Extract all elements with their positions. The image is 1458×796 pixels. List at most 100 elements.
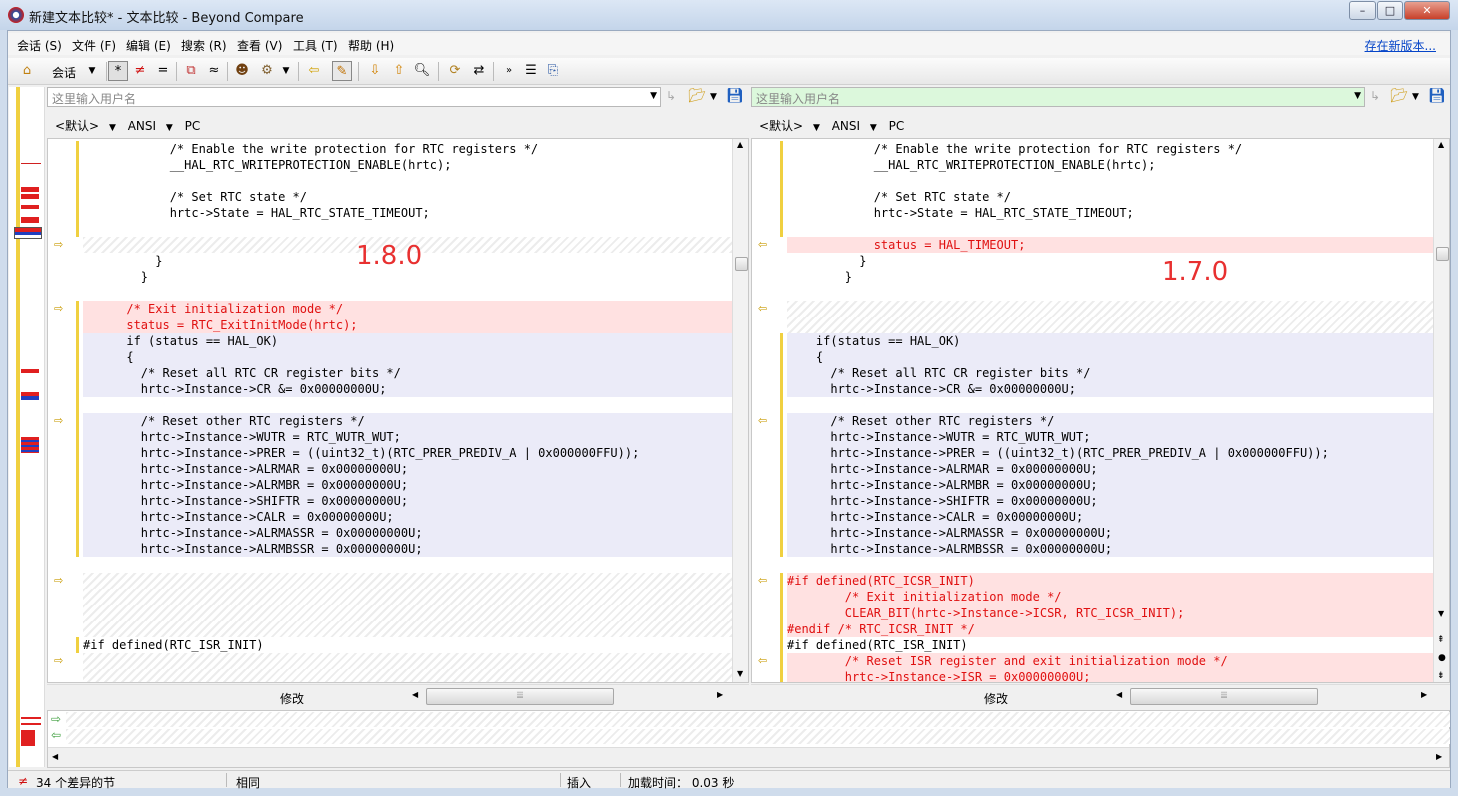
code-line[interactable]: } (752, 253, 1436, 269)
copy-right-arrow-icon[interactable]: ⇨ (54, 237, 63, 253)
scroll-up-icon[interactable]: ▲ (1438, 140, 1444, 149)
scroll-center-icon[interactable]: ● (1438, 653, 1446, 663)
code-line[interactable]: hrtc->State = HAL_RTC_STATE_TIMEOUT; (752, 205, 1436, 221)
copy-right-arrow-icon[interactable]: ⇨ (54, 573, 63, 589)
code-line[interactable]: #if defined(RTC_ISR_INIT) (48, 637, 732, 653)
code-line[interactable]: /* Enable the write protection for RTC r… (48, 141, 732, 157)
left-scroll-thumb[interactable] (735, 257, 748, 271)
chevron-down-icon[interactable]: ▼ (166, 123, 173, 133)
code-line[interactable]: if(status == HAL_OK) (752, 333, 1436, 349)
scroll-right-icon[interactable]: ▶ (717, 690, 723, 699)
code-line[interactable]: hrtc->Instance->ISR = 0x00000000U; (752, 669, 1436, 682)
scroll-top-icon[interactable]: ⇞ (1437, 635, 1445, 645)
left-open-folder-icon[interactable]: 📂︎ (688, 88, 706, 104)
close-button[interactable]: ✕ (1404, 1, 1450, 20)
detail-hscroll[interactable]: ◀ ▶ (48, 747, 1449, 767)
code-line[interactable]: hrtc->State = HAL_RTC_STATE_TIMEOUT; (48, 205, 732, 221)
menu-help[interactable]: 帮助 (H) (348, 37, 394, 54)
chevron-down-icon[interactable]: ▼ (650, 91, 657, 101)
code-line[interactable] (48, 605, 732, 621)
refresh-icon[interactable]: ⟳ (445, 61, 465, 81)
code-line[interactable]: hrtc->Instance->WUTR = RTC_WUTR_WUT; (752, 429, 1436, 445)
left-lineend[interactable]: PC (185, 119, 201, 133)
menu-search[interactable]: 搜索 (R) (181, 37, 227, 54)
menu-view[interactable]: 查看 (V) (237, 37, 282, 54)
overview-viewport[interactable] (14, 227, 42, 239)
not-equal-icon[interactable]: ≠ (130, 61, 150, 81)
copy-left-arrow-icon[interactable]: ⇦ (758, 413, 767, 429)
code-line[interactable]: } (48, 269, 732, 285)
right-lineend[interactable]: PC (889, 119, 905, 133)
menu-file[interactable]: 文件 (F) (72, 37, 116, 54)
code-line[interactable]: hrtc->Instance->ALRMASSR = 0x00000000U; (48, 525, 732, 541)
code-line[interactable]: /* Set RTC state */ (48, 189, 732, 205)
copy-right-arrow-icon[interactable]: ⇨ (54, 653, 63, 669)
code-line[interactable]: /* Reset ISR register and exit initializ… (752, 653, 1436, 669)
similar-icon[interactable]: ≈ (204, 61, 224, 81)
user-icon[interactable]: ☻ (232, 61, 252, 81)
code-line[interactable]: status = HAL_TIMEOUT; ⇦ (752, 237, 1436, 253)
copy-left-arrow-icon[interactable]: ⇦ (758, 301, 767, 317)
code-line[interactable]: hrtc->Instance->ALRMBSSR = 0x00000000U; (48, 541, 732, 557)
copy-left-arrow-icon[interactable]: ⇦ (758, 237, 767, 253)
code-line[interactable]: hrtc->Instance->ALRMBSSR = 0x00000000U; (752, 541, 1436, 557)
copy-right-arrow-icon[interactable]: ⇨ (54, 413, 63, 429)
code-line[interactable]: ⇨ (48, 653, 732, 669)
maximize-button[interactable]: □ (1377, 1, 1403, 20)
code-line[interactable]: hrtc->Instance->ALRMBR = 0x00000000U; (48, 477, 732, 493)
code-line[interactable]: { (752, 349, 1436, 365)
code-line[interactable]: /* Set RTC state */ (752, 189, 1436, 205)
code-line[interactable] (48, 557, 732, 573)
menu-session[interactable]: 会话 (S) (17, 37, 62, 54)
next-diff-icon[interactable]: ⇩ (365, 61, 385, 81)
home-icon[interactable]: ⌂ (17, 61, 37, 81)
options-icon[interactable]: ⚙ (257, 61, 277, 81)
new-version-link[interactable]: 存在新版本... (1365, 37, 1436, 54)
code-line[interactable]: hrtc->Instance->SHIFTR = 0x00000000U; (48, 493, 732, 509)
code-line[interactable] (48, 589, 732, 605)
scroll-right-icon[interactable]: ▶ (1436, 752, 1442, 761)
left-pick-icon[interactable]: ↳ (666, 89, 676, 103)
right-scroll-thumb[interactable] (1436, 247, 1449, 261)
code-line[interactable]: /* Reset other RTC registers */ ⇨ (48, 413, 732, 429)
copy-right-arrow-icon[interactable]: ⇨ (54, 301, 63, 317)
code-line[interactable]: hrtc->Instance->CALR = 0x00000000U; (48, 509, 732, 525)
code-line[interactable]: hrtc->Instance->PRER = ((uint32_t)(RTC_P… (752, 445, 1436, 461)
code-line[interactable]: /* Reset other RTC registers */ ⇦ (752, 413, 1436, 429)
code-line[interactable]: } (752, 269, 1436, 285)
left-hscroll-thumb[interactable]: ⦙⦙⦙ (426, 688, 614, 705)
chevron-down-icon[interactable]: ▼ (1354, 91, 1361, 101)
code-line[interactable]: /* Exit initialization mode */ (752, 589, 1436, 605)
prev-file-icon[interactable]: ⇦ (304, 61, 324, 81)
right-pick-icon[interactable]: ↳ (1370, 89, 1380, 103)
scroll-bottom-icon[interactable]: ⇟ (1437, 671, 1445, 681)
copy-left-arrow-icon[interactable]: ⇦ (758, 653, 767, 669)
menu-edit[interactable]: 编辑 (E) (126, 37, 171, 54)
code-line[interactable]: hrtc->Instance->CR &= 0x00000000U; (48, 381, 732, 397)
right-save-icon[interactable]: 💾︎ (1428, 88, 1446, 104)
code-line[interactable]: hrtc->Instance->SHIFTR = 0x00000000U; (752, 493, 1436, 509)
list-icon[interactable]: ☰ (521, 61, 541, 81)
code-line[interactable]: hrtc->Instance->ALRMAR = 0x00000000U; (752, 461, 1436, 477)
left-profile-select[interactable]: <默认> (55, 119, 99, 133)
chevron-down-icon[interactable]: ▼ (82, 61, 102, 81)
code-line[interactable]: ⇦ (752, 301, 1436, 317)
code-line[interactable]: status = RTC_ExitInitMode(hrtc); (48, 317, 732, 333)
code-line[interactable]: #endif /* RTC_ICSR_INIT */ (752, 621, 1436, 637)
code-line[interactable] (752, 173, 1436, 189)
code-line[interactable]: __HAL_RTC_WRITEPROTECTION_ENABLE(hrtc); (752, 157, 1436, 173)
copy-left-arrow-icon[interactable]: ⇦ (758, 573, 767, 589)
right-open-folder-icon[interactable]: 📂︎ (1390, 88, 1408, 104)
right-encoding-select[interactable]: ANSI (832, 119, 860, 133)
code-line[interactable]: if (status == HAL_OK) (48, 333, 732, 349)
code-line[interactable]: hrtc->Instance->CALR = 0x00000000U; (752, 509, 1436, 525)
scroll-left-icon[interactable]: ◀ (412, 690, 418, 699)
code-line[interactable]: /* Reset all RTC CR register bits */ (752, 365, 1436, 381)
scroll-right-icon[interactable]: ▶ (1421, 690, 1427, 699)
scroll-up-icon[interactable]: ▲ (737, 140, 743, 149)
chevron-down-icon[interactable]: ▼ (109, 123, 116, 133)
left-text-pane[interactable]: /* Enable the write protection for RTC r… (47, 138, 749, 683)
scroll-down-icon[interactable]: ▼ (1438, 609, 1444, 618)
find-icon[interactable]: 🔍︎ (412, 61, 432, 81)
rules-icon[interactable]: ⧉ (181, 61, 201, 81)
